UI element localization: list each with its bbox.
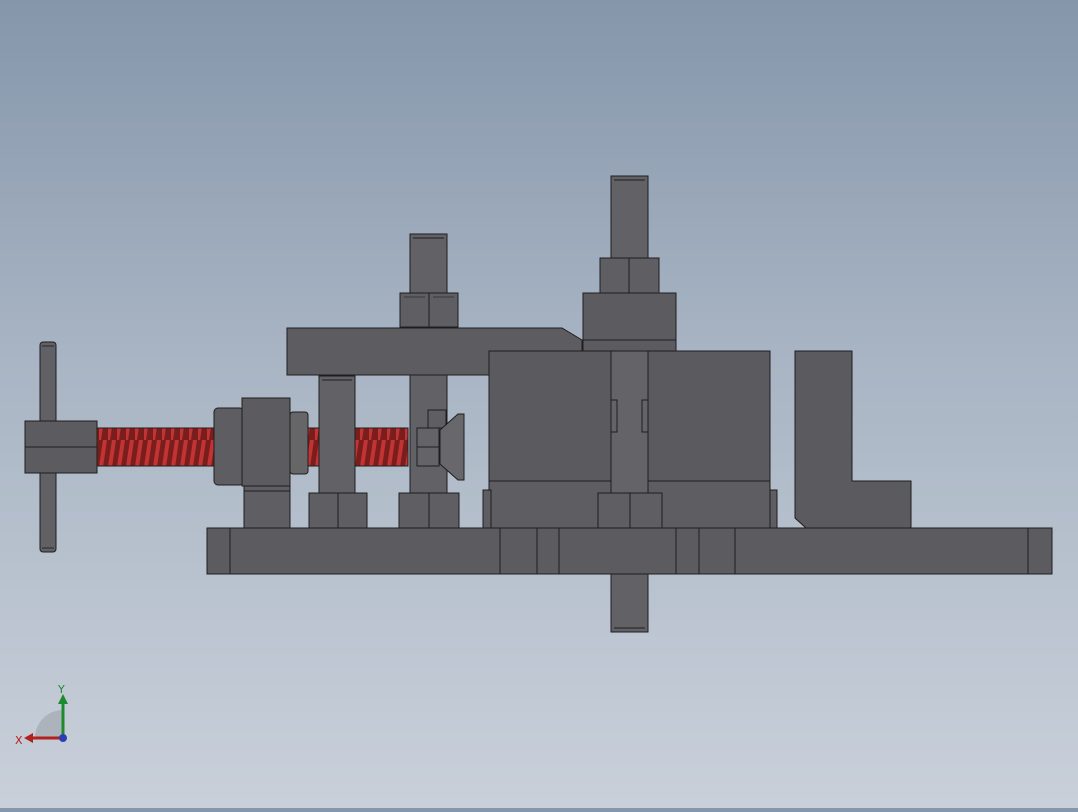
cad-viewport[interactable]: [0, 0, 1078, 808]
z-axis-dot: [59, 734, 67, 742]
stud-3-washer-block: [582, 292, 677, 352]
support-column: [243, 485, 291, 529]
coordinate-triad: Y X: [10, 682, 80, 752]
l-bracket: [794, 350, 912, 529]
stud-2: [409, 233, 448, 530]
screw-collar: [213, 407, 245, 486]
triad-arc: [35, 710, 63, 738]
screw-nut-block: [241, 397, 291, 487]
base-plate: [206, 527, 1053, 575]
x-axis-label: X: [15, 734, 23, 747]
y-axis-label: Y: [57, 683, 65, 696]
lead-screw-left: [96, 427, 216, 467]
stud-3-lower: [610, 573, 649, 633]
